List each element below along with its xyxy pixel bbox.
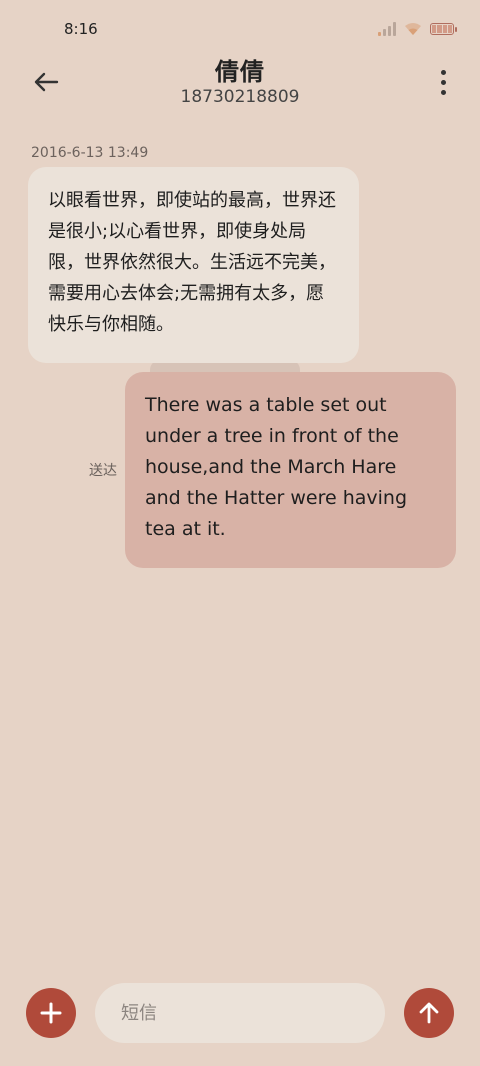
wifi-icon — [405, 23, 421, 35]
delivery-status: 送达 — [89, 463, 117, 479]
status-time: 8:16 — [64, 20, 98, 38]
battery-icon — [430, 23, 457, 35]
contact-name: 倩倩 — [215, 58, 265, 86]
more-dot — [440, 69, 446, 75]
outgoing-message-bubble[interactable]: There was a table set out under a tree i… — [125, 372, 456, 568]
send-button[interactable] — [404, 988, 454, 1038]
more-dot — [440, 89, 446, 95]
add-attachment-button[interactable] — [26, 988, 76, 1038]
message-timestamp: 2016-6-13 13:49 — [31, 145, 149, 161]
message-input[interactable] — [95, 983, 385, 1043]
contact-number: 18730218809 — [180, 87, 300, 107]
arrow-up-icon — [419, 1002, 439, 1024]
signal-icon — [378, 22, 396, 36]
more-options-button[interactable] — [436, 66, 450, 98]
incoming-message-bubble[interactable]: 以眼看世界，即使站的最高，世界还是很小;以心看世界，即使身处局限，世界依然很大。… — [28, 167, 359, 363]
status-icons — [378, 22, 457, 36]
more-dot — [440, 79, 446, 85]
plus-icon — [40, 1002, 62, 1024]
